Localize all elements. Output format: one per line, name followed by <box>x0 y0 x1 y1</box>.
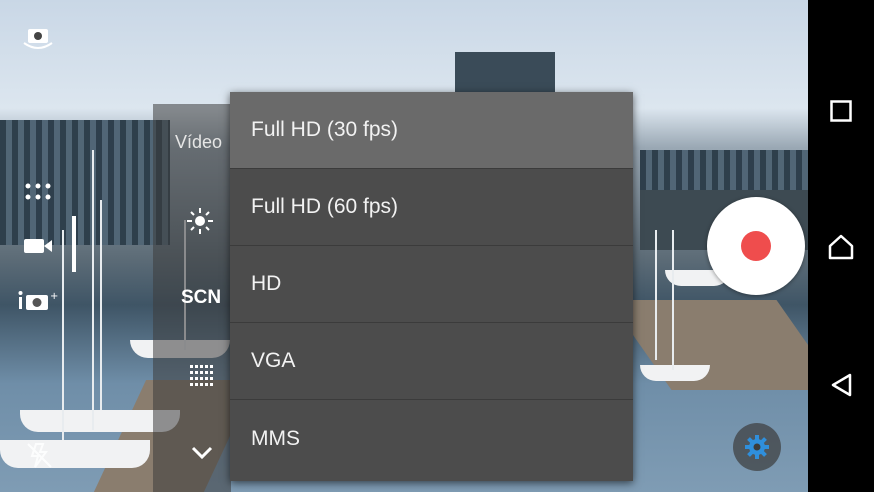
recent-apps-icon[interactable] <box>808 86 874 136</box>
menu-item-label: MMS <box>251 426 300 450</box>
mode-indicator <box>72 216 76 272</box>
camera-settings-panel: Vídeo SCN <box>153 104 231 492</box>
switch-camera-icon[interactable] <box>18 24 58 52</box>
record-button[interactable] <box>707 197 805 295</box>
menu-item-label: Full HD (60 fps) <box>251 195 399 218</box>
video-resolution-menu: Full HD (30 fps) Full HD (60 fps) HD VGA… <box>230 92 633 481</box>
settings-button[interactable] <box>733 423 781 471</box>
menu-item-label: Full HD (30 fps) <box>251 118 399 141</box>
svg-text:+: + <box>50 291 58 302</box>
mast <box>100 200 102 410</box>
settings-gear-icon <box>745 435 769 459</box>
menu-item-full-hd-30[interactable]: Full HD (30 fps) <box>230 92 633 169</box>
menu-item-mms[interactable]: MMS <box>230 400 633 477</box>
tower-building <box>455 52 555 97</box>
flash-off-icon[interactable] <box>22 438 56 472</box>
pier <box>608 300 808 390</box>
chevron-down-icon[interactable] <box>187 440 217 466</box>
mast <box>655 230 657 360</box>
grid-apps-icon[interactable] <box>22 180 54 204</box>
video-camera-icon[interactable] <box>20 234 56 258</box>
boat <box>640 365 710 381</box>
grid-icon[interactable] <box>189 364 215 388</box>
distant-buildings <box>640 150 808 190</box>
mast <box>672 230 674 370</box>
menu-item-full-hd-60[interactable]: Full HD (60 fps) <box>230 169 633 246</box>
menu-item-vga[interactable]: VGA <box>230 323 633 400</box>
back-icon[interactable] <box>808 360 874 410</box>
scene-icon[interactable]: SCN <box>181 287 221 309</box>
mast <box>62 230 64 440</box>
mast <box>92 150 94 430</box>
menu-item-label: HD <box>251 272 282 295</box>
navigation-bar <box>808 0 874 492</box>
brightness-icon[interactable] <box>183 204 217 238</box>
photo-camera-icon[interactable]: + <box>16 288 62 314</box>
record-icon <box>741 231 771 261</box>
camera-viewfinder[interactable]: + Vídeo SCN Full HD (30 fps) Full HD (60… <box>0 0 808 492</box>
mode-label: Vídeo <box>175 132 223 152</box>
home-icon[interactable] <box>808 222 874 272</box>
menu-item-hd[interactable]: HD <box>230 246 633 323</box>
menu-item-label: VGA <box>251 349 296 372</box>
